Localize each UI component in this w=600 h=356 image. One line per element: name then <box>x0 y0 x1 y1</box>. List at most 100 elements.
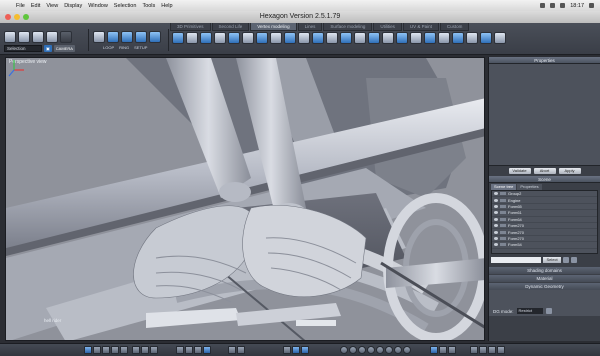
filter-icon[interactable] <box>563 257 569 263</box>
sphere-flat-icon[interactable] <box>340 346 348 354</box>
tab-scene-properties[interactable]: Properties <box>517 184 542 190</box>
select-filter-input[interactable] <box>491 257 541 263</box>
weld-icon[interactable] <box>256 32 268 44</box>
menu-help[interactable]: Help <box>161 3 172 9</box>
menu-edit[interactable]: Edit <box>31 3 40 9</box>
camera-ortho-icon[interactable] <box>439 346 447 354</box>
menubar-clock[interactable]: 18:17 <box>570 3 584 9</box>
tweak-icon[interactable] <box>410 32 422 44</box>
tab-lines[interactable]: Lines <box>297 23 323 31</box>
list-item[interactable]: Form54 <box>492 242 597 249</box>
eye-icon[interactable] <box>494 243 498 247</box>
apply-button[interactable]: Apply <box>558 168 581 174</box>
dg-mode-select[interactable]: Restrict <box>516 308 543 314</box>
menu-tools[interactable]: Tools <box>142 3 155 9</box>
tab-3d-primitives[interactable]: 3D Primitives <box>170 23 211 31</box>
eye-icon[interactable] <box>494 217 498 221</box>
camera-label[interactable]: CAMERA <box>53 45 75 52</box>
sphere-ao-icon[interactable] <box>403 346 411 354</box>
smooth-icon[interactable] <box>284 32 296 44</box>
tab-uv-paint[interactable]: UV & Paint <box>402 23 439 31</box>
sculpt-icon[interactable] <box>480 32 492 44</box>
symmetry-icon[interactable] <box>298 32 310 44</box>
chamfer-icon[interactable] <box>200 32 212 44</box>
selection-mode-button[interactable]: ▣ <box>44 45 52 52</box>
menu-selection[interactable]: Selection <box>114 3 137 9</box>
zoom-view-icon[interactable] <box>301 346 309 354</box>
camera-lock-icon[interactable] <box>448 346 456 354</box>
bevel-icon[interactable] <box>186 32 198 44</box>
sphere-wire-icon[interactable] <box>358 346 366 354</box>
collapse-icon[interactable] <box>438 32 450 44</box>
settings-icon[interactable] <box>571 257 577 263</box>
eye-icon[interactable] <box>494 230 498 234</box>
validate-button[interactable]: Validate <box>508 168 531 174</box>
setup-icon[interactable] <box>135 31 147 43</box>
properties-header[interactable]: Properties <box>489 57 600 64</box>
zoom-window-icon[interactable] <box>23 14 29 20</box>
tab-scene-tree[interactable]: Scene tree <box>491 184 517 190</box>
sphere-env-icon[interactable] <box>394 346 402 354</box>
shadows-icon[interactable] <box>194 346 202 354</box>
edge-select-icon[interactable] <box>149 31 161 43</box>
camera-persp-icon[interactable] <box>430 346 438 354</box>
eye-icon[interactable] <box>494 192 498 196</box>
minimize-window-icon[interactable] <box>14 14 20 20</box>
redo-icon[interactable] <box>488 346 496 354</box>
tab-utilities[interactable]: Utilities <box>373 23 402 31</box>
scene-header[interactable]: Scene <box>489 176 600 183</box>
select-arrow-icon[interactable] <box>4 31 16 43</box>
lights-icon[interactable] <box>185 346 193 354</box>
extrude-icon[interactable] <box>172 32 184 44</box>
textured-icon[interactable] <box>150 346 158 354</box>
rotate-view-icon[interactable] <box>292 346 300 354</box>
tab-surface-modeling[interactable]: Surface modeling <box>323 23 373 31</box>
ring-icon[interactable] <box>121 31 133 43</box>
render-icon[interactable] <box>497 346 505 354</box>
battery-icon[interactable] <box>560 3 566 8</box>
delete-edge-icon[interactable] <box>396 32 408 44</box>
shading-domains-header[interactable]: Shading domains <box>489 267 600 274</box>
split-view-icon[interactable] <box>93 346 101 354</box>
wireframe-icon[interactable] <box>132 346 140 354</box>
slice-icon[interactable] <box>228 32 240 44</box>
dg-options-icon[interactable] <box>545 308 552 314</box>
shaded-icon[interactable] <box>141 346 149 354</box>
front-view-icon[interactable] <box>120 346 128 354</box>
smooth-display-icon[interactable] <box>203 346 211 354</box>
light-bulb-icon[interactable] <box>470 346 478 354</box>
lasso-icon[interactable] <box>18 31 30 43</box>
eye-icon[interactable] <box>494 204 498 208</box>
magic-select-icon[interactable] <box>46 31 58 43</box>
inset-icon[interactable] <box>214 32 226 44</box>
tab-custom[interactable]: Custom <box>439 23 470 31</box>
pan-icon[interactable] <box>283 346 291 354</box>
menu-window[interactable]: Window <box>88 3 108 9</box>
select-button[interactable]: Select <box>543 257 561 263</box>
eye-icon[interactable] <box>494 211 498 215</box>
eye-icon[interactable] <box>494 198 498 202</box>
sphere-light-icon[interactable] <box>385 346 393 354</box>
snap-grid-icon[interactable] <box>228 346 236 354</box>
cube-select-icon[interactable] <box>93 31 105 43</box>
eye-icon[interactable] <box>494 236 498 240</box>
selection-dropdown[interactable]: Selection <box>4 45 42 52</box>
sphere-smooth-icon[interactable] <box>349 346 357 354</box>
undo-icon[interactable] <box>479 346 487 354</box>
grid-icon[interactable] <box>176 346 184 354</box>
abort-button[interactable]: Abort <box>533 168 556 174</box>
smart-split-icon[interactable] <box>340 32 352 44</box>
dynamic-geometry-header[interactable]: Dynamic Geometry <box>489 283 600 290</box>
top-view-icon[interactable] <box>111 346 119 354</box>
fill-hole-icon[interactable] <box>368 32 380 44</box>
paint-select-icon[interactable] <box>32 31 44 43</box>
flatten-icon[interactable] <box>312 32 324 44</box>
eye-icon[interactable] <box>494 224 498 228</box>
thickness-icon[interactable] <box>424 32 436 44</box>
volume-icon[interactable] <box>550 3 556 8</box>
merge-icon[interactable] <box>382 32 394 44</box>
spotlight-icon[interactable] <box>589 3 594 8</box>
tab-second-life[interactable]: Second Life <box>211 23 250 31</box>
wifi-icon[interactable] <box>540 3 546 8</box>
tab-vertex-modeling[interactable]: Vertex modeling <box>250 23 297 31</box>
